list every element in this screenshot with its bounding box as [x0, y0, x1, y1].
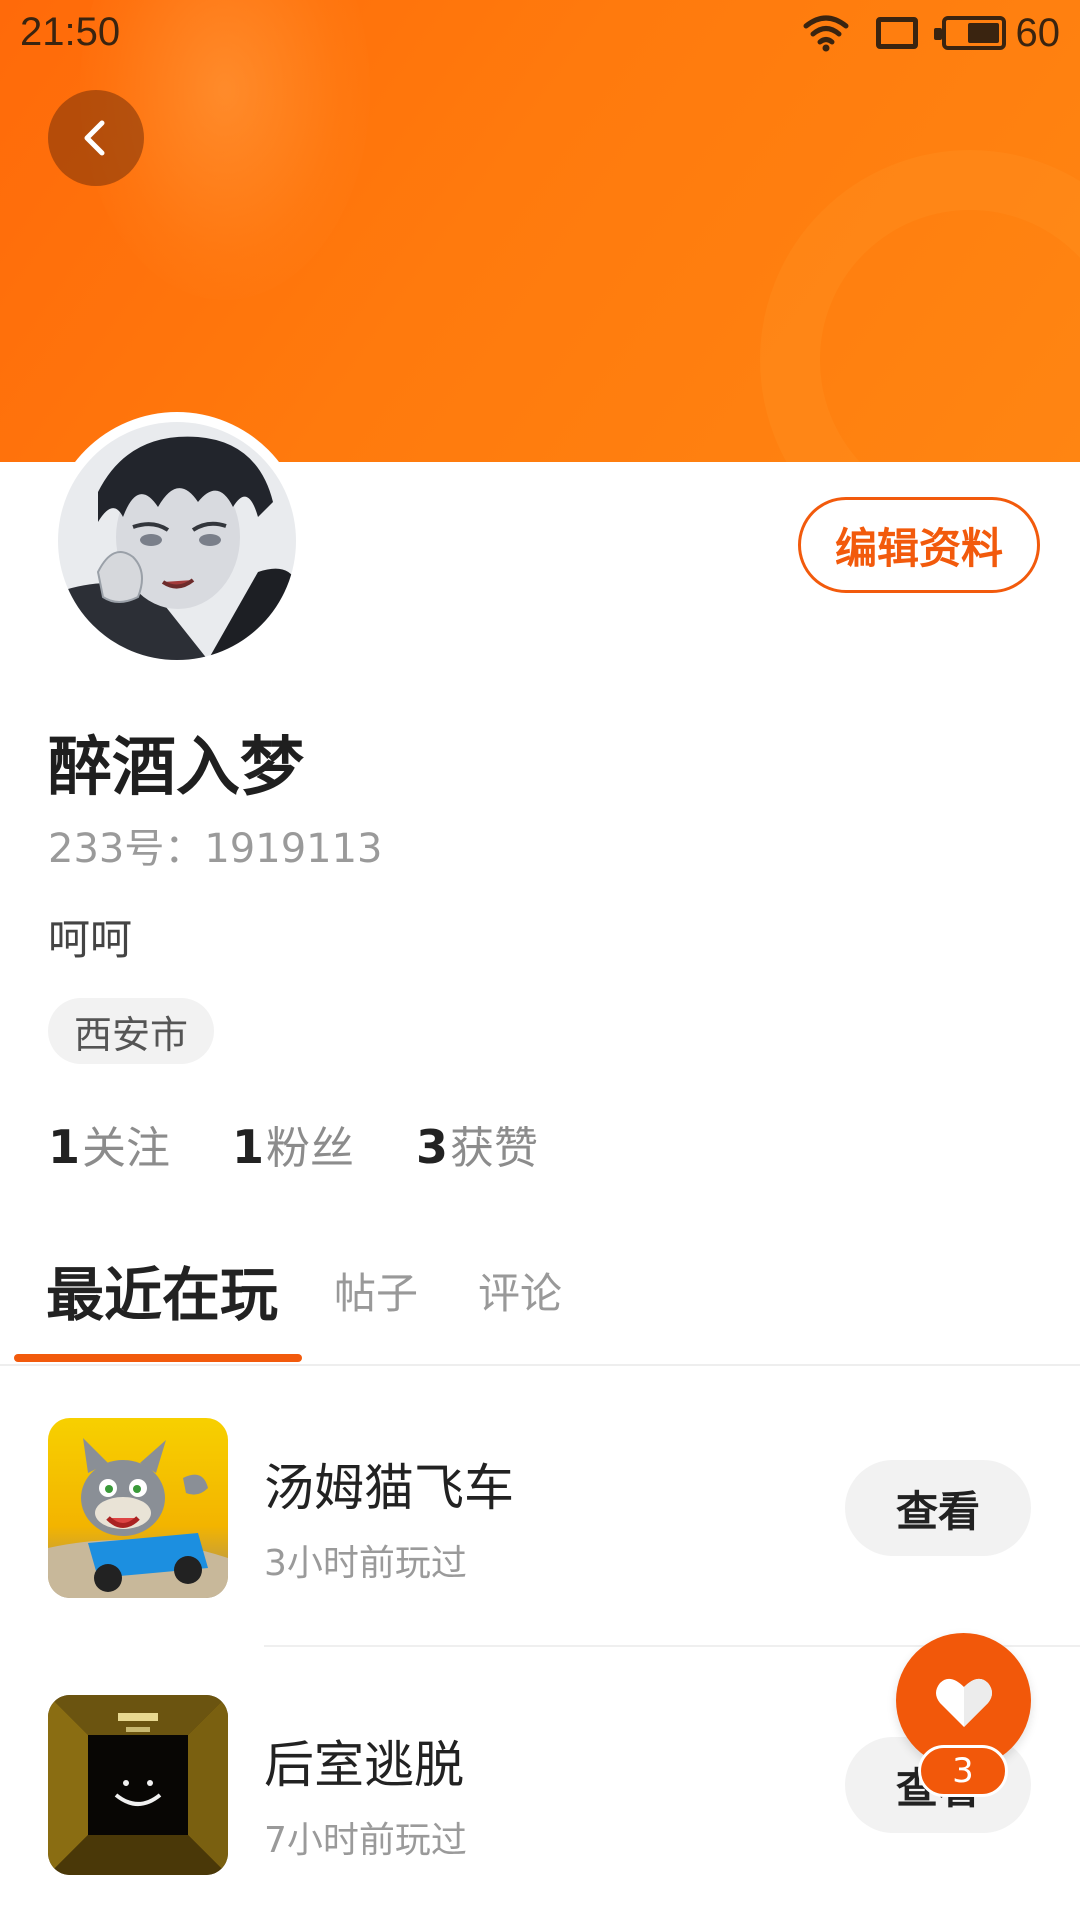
backrooms-escape-icon [48, 1695, 228, 1875]
tom-cat-kart-icon [48, 1418, 228, 1598]
battery-text: 60 [1015, 10, 1061, 55]
tab-comments[interactable]: 评论 [478, 1260, 562, 1321]
stats-row: 1 关注 1 粉丝 3 获赞 [48, 1112, 600, 1176]
status-time: 21:50 [20, 10, 121, 54]
chevron-left-icon [84, 120, 105, 156]
game-last-played: 3小时前玩过 [264, 1543, 467, 1584]
tab-bar: 最近在玩 帖子 评论 [0, 1248, 1080, 1366]
bio: 呵呵 [48, 915, 133, 964]
status-icons: 60 [802, 8, 1061, 58]
stat-fans[interactable]: 1 粉丝 [232, 1112, 354, 1176]
back-button[interactable] [48, 90, 144, 186]
tab-posts[interactable]: 帖子 [334, 1260, 418, 1321]
user-id: 233号：1919113 [48, 826, 383, 872]
stat-label: 获赞 [450, 1123, 539, 1174]
tab-indicator [14, 1354, 302, 1362]
edit-profile-button[interactable]: 编辑资料 [798, 497, 1040, 593]
wifi-icon [803, 15, 848, 52]
stat-following[interactable]: 1 关注 [48, 1112, 170, 1176]
game-name: 后室逃脱 [264, 1736, 464, 1794]
stat-count: 3 [416, 1120, 449, 1174]
stat-label: 关注 [82, 1123, 171, 1174]
profile-banner [0, 0, 1080, 462]
list-item[interactable]: 汤姆猫飞车 3小时前玩过 查看 [0, 1418, 1080, 1598]
heart-icon [935, 1678, 992, 1727]
banner-swirl [760, 150, 1080, 462]
stat-likes[interactable]: 3 获赞 [416, 1112, 538, 1176]
avatar[interactable] [48, 412, 306, 670]
status-bar: 21:50 60 [0, 0, 1080, 66]
battery-level [968, 23, 999, 43]
location-tag: 西安市 [48, 998, 215, 1064]
username: 醉酒入梦 [48, 731, 304, 805]
stat-label: 粉丝 [266, 1123, 355, 1174]
avatar-image [58, 422, 296, 660]
game-name: 汤姆猫飞车 [264, 1459, 514, 1517]
screen-rotate-icon [875, 17, 918, 49]
battery-icon [933, 16, 1006, 50]
stat-count: 1 [48, 1120, 81, 1174]
tab-recently-played[interactable]: 最近在玩 [46, 1248, 278, 1332]
game-last-played: 7小时前玩过 [264, 1820, 467, 1861]
like-count-badge: 3 [918, 1745, 1008, 1797]
view-button[interactable]: 查看 [845, 1460, 1031, 1556]
stat-count: 1 [232, 1120, 265, 1174]
